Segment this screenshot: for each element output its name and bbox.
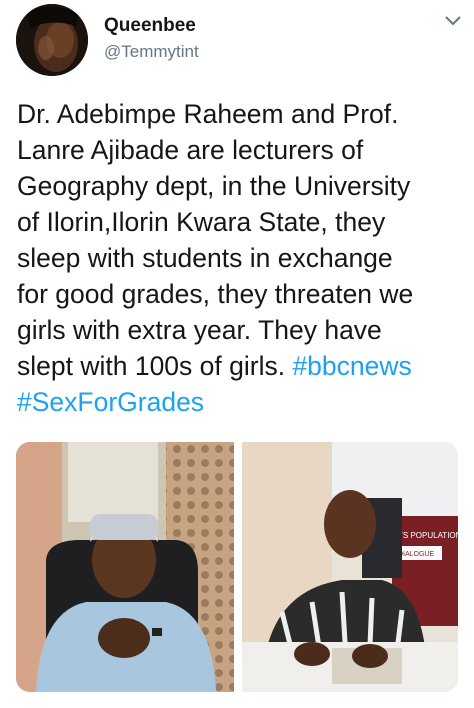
hashtag-link[interactable]: #bbcnews (292, 351, 411, 381)
tweet-text: Dr. Adebimpe Raheem and Prof. Lanre Ajib… (17, 96, 467, 420)
tweet-line-text: slept with 100s of girls. (17, 351, 293, 381)
tweet-line: Geography dept, in the University (17, 171, 411, 201)
tweet-line: slept with 100s of girls. #bbcnews (17, 348, 467, 384)
hashtag-link[interactable]: #SexForGrades (17, 387, 204, 417)
poster-title: TS POPULATION (398, 531, 458, 540)
tweet-line: for good grades, they threaten we (17, 279, 414, 309)
tweet-line: Dr. Adebimpe Raheem and Prof. (17, 99, 399, 129)
tweet-header: Queenbee @Temmytint (0, 0, 474, 80)
tweet-line: Lanre Ajibade are lecturers of (17, 135, 364, 165)
tweet-line: of Ilorin,Ilorin Kwara State, they (17, 207, 386, 237)
photo-left[interactable] (16, 442, 234, 692)
avatar-photo-icon (16, 4, 88, 76)
tweet-line: #SexForGrades (17, 384, 467, 420)
tweet-line: girls with extra year. They have (17, 315, 382, 345)
user-handle[interactable]: @Temmytint (104, 40, 199, 64)
photo-right[interactable]: TS POPULATION DIALOGUE (242, 442, 458, 692)
poster-subtitle: DIALOGUE (398, 551, 435, 558)
avatar[interactable] (16, 4, 88, 76)
chevron-down-icon[interactable] (440, 10, 466, 32)
photo-man-in-cap-icon (16, 442, 234, 692)
media-grid: TS POPULATION DIALOGUE (16, 442, 458, 692)
tweet-line: sleep with students in exchange (17, 243, 393, 273)
photo-man-at-desk-icon: TS POPULATION DIALOGUE (242, 442, 458, 692)
display-name[interactable]: Queenbee (104, 14, 199, 38)
